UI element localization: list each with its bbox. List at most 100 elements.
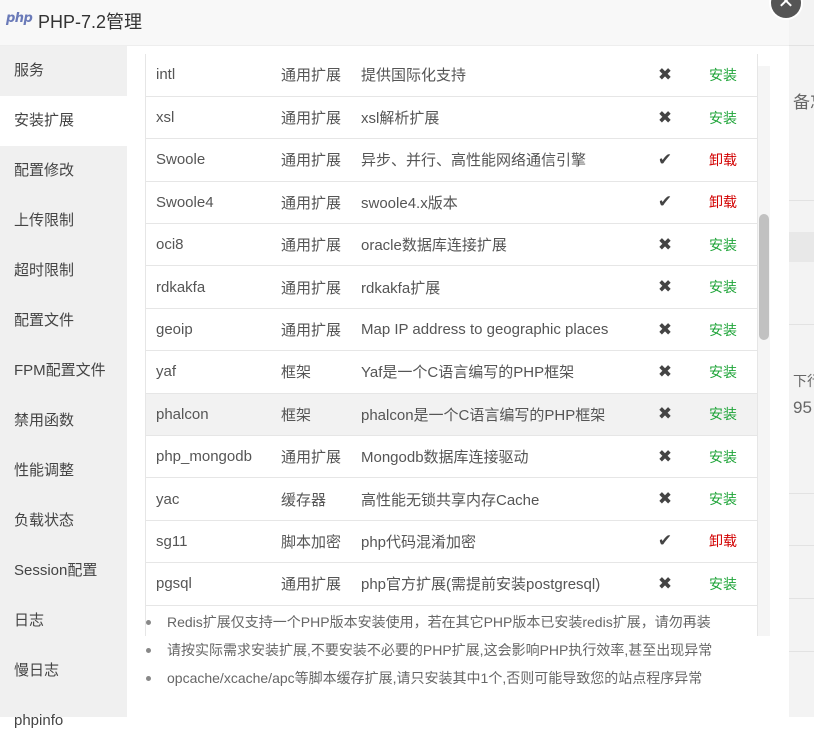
sidebar-item[interactable]: 慢日志 [0, 646, 127, 696]
install-link[interactable]: 安装 [685, 223, 757, 267]
extension-type: 通用扩展 [271, 223, 351, 267]
background-divider [789, 324, 814, 325]
sidebar-item[interactable]: FPM配置文件 [0, 346, 127, 396]
background-text: 95 [793, 398, 812, 417]
not-installed-x-icon: ✖ [645, 562, 685, 606]
background-divider [789, 493, 814, 494]
extension-description: 异步、并行、高性能网络通信引擎 [351, 138, 645, 182]
dialog-header: php PHP-7.2管理 [0, 0, 789, 46]
install-link[interactable]: 安装 [685, 265, 757, 309]
background-divider [789, 598, 814, 599]
extension-type: 通用扩展 [271, 435, 351, 479]
background-divider [789, 545, 814, 546]
extension-name: intl [146, 54, 271, 97]
tip-text: Redis扩展仅支持一个PHP版本安装使用，若在其它PHP版本已安装redis扩… [167, 614, 711, 630]
extension-row: Swoole 通用扩展 异步、并行、高性能网络通信引擎 ✔ 卸载 [146, 138, 757, 182]
sidebar-item[interactable]: 超时限制 [0, 246, 127, 296]
install-link[interactable]: 安装 [685, 54, 757, 97]
not-installed-x-icon: ✖ [645, 393, 685, 437]
extensions-table: intl 通用扩展 提供国际化支持 ✖ 安装 xsl 通用扩展 xsl解析扩展 ✖ 安装 Swool… [146, 54, 757, 606]
extension-type: 通用扩展 [271, 562, 351, 606]
background-page: 备忘 下行 95 [789, 0, 814, 717]
tip-text: opcache/xcache/apc等脚本缓存扩展,请只安装其中1个,否则可能导… [167, 670, 703, 686]
background-divider [789, 200, 814, 201]
sidebar-item[interactable]: 禁用函数 [0, 396, 127, 446]
install-link[interactable]: 安装 [685, 393, 757, 437]
bullet-icon [146, 620, 151, 625]
not-installed-x-icon: ✖ [645, 308, 685, 352]
not-installed-x-icon: ✖ [645, 477, 685, 521]
install-link[interactable]: 安装 [685, 308, 757, 352]
not-installed-x-icon: ✖ [645, 350, 685, 394]
not-installed-x-icon: ✖ [645, 223, 685, 267]
extension-description: 高性能无锁共享内存Cache [351, 477, 645, 521]
scrollbar-thumb[interactable] [759, 214, 769, 340]
extension-name: php_mongodb [146, 435, 271, 479]
sidebar-item[interactable]: phpinfo [0, 696, 127, 746]
extension-row: pgsql 通用扩展 php官方扩展(需提前安装postgresql) ✖ 安装 [146, 562, 757, 606]
installed-check-icon: ✔ [645, 181, 685, 225]
php-manager-dialog: php PHP-7.2管理 服务 安装扩展 配置修改 上传限制 超时限制 配置文件 FPM配… [0, 0, 789, 729]
extension-description: php代码混淆加密 [351, 520, 645, 564]
sidebar-item[interactable]: 日志 [0, 596, 127, 646]
install-link[interactable]: 安装 [685, 562, 757, 606]
extension-description: phalcon是一个C语言编写的PHP框架 [351, 393, 645, 437]
not-installed-x-icon: ✖ [645, 54, 685, 97]
extension-row: yaf 框架 Yaf是一个C语言编写的PHP框架 ✖ 安装 [146, 350, 757, 394]
sidebar-item[interactable]: 配置文件 [0, 296, 127, 346]
extension-name: yaf [146, 350, 271, 394]
extension-row: yac 缓存器 高性能无锁共享内存Cache ✖ 安装 [146, 477, 757, 521]
extension-name: xsl [146, 96, 271, 140]
extensions-table-container: intl 通用扩展 提供国际化支持 ✖ 安装 xsl 通用扩展 xsl解析扩展 ✖ 安装 Swool… [145, 54, 758, 636]
tip-item: 请按实际需求安装扩展,不要安装不必要的PHP扩展,这会影响PHP执行效率,甚至出… [145, 636, 775, 664]
extension-type: 通用扩展 [271, 308, 351, 352]
extension-type: 框架 [271, 350, 351, 394]
settings-sidebar: 服务 安装扩展 配置修改 上传限制 超时限制 配置文件 FPM配置文件 禁用函数 性能调整 负载状… [0, 46, 127, 729]
extension-description: oracle数据库连接扩展 [351, 223, 645, 267]
extension-description: Yaf是一个C语言编写的PHP框架 [351, 350, 645, 394]
extension-name: yac [146, 477, 271, 521]
extension-row: oci8 通用扩展 oracle数据库连接扩展 ✖ 安装 [146, 223, 757, 267]
install-link[interactable]: 安装 [685, 96, 757, 140]
sidebar-item[interactable]: Session配置 [0, 546, 127, 596]
extension-name: sg11 [146, 520, 271, 564]
extension-name: geoip [146, 308, 271, 352]
extension-name: Swoole [146, 138, 271, 182]
extension-type: 通用扩展 [271, 181, 351, 225]
background-band [789, 232, 814, 262]
sidebar-item[interactable]: 安装扩展 [0, 96, 127, 146]
extension-row: php_mongodb 通用扩展 Mongodb数据库连接驱动 ✖ 安装 [146, 435, 757, 479]
extensions-panel: intl 通用扩展 提供国际化支持 ✖ 安装 xsl 通用扩展 xsl解析扩展 ✖ 安装 Swool… [127, 46, 789, 717]
extension-row: phalcon 框架 phalcon是一个C语言编写的PHP框架 ✖ 安装 [146, 393, 757, 437]
bullet-icon [146, 676, 151, 681]
uninstall-link[interactable]: 卸载 [685, 520, 757, 564]
install-link[interactable]: 安装 [685, 435, 757, 479]
not-installed-x-icon: ✖ [645, 435, 685, 479]
installed-check-icon: ✔ [645, 138, 685, 182]
extension-row: geoip 通用扩展 Map IP address to geographic pl… [146, 308, 757, 352]
extension-row: sg11 脚本加密 php代码混淆加密 ✔ 卸载 [146, 520, 757, 564]
not-installed-x-icon: ✖ [645, 265, 685, 309]
tip-text: 请按实际需求安装扩展,不要安装不必要的PHP扩展,这会影响PHP执行效率,甚至出… [167, 642, 713, 658]
uninstall-link[interactable]: 卸载 [685, 181, 757, 225]
sidebar-item[interactable]: 服务 [0, 46, 127, 96]
extension-type: 通用扩展 [271, 138, 351, 182]
sidebar-item[interactable]: 配置修改 [0, 146, 127, 196]
extension-type: 框架 [271, 393, 351, 437]
php-logo-icon: php [6, 11, 33, 26]
install-link[interactable]: 安装 [685, 477, 757, 521]
table-scrollbar[interactable] [758, 66, 770, 636]
extension-name: oci8 [146, 223, 271, 267]
extension-type: 缓存器 [271, 477, 351, 521]
extension-description: Map IP address to geographic places [351, 308, 645, 352]
sidebar-item[interactable]: 上传限制 [0, 196, 127, 246]
sidebar-item[interactable]: 负载状态 [0, 496, 127, 546]
extension-type: 通用扩展 [271, 54, 351, 97]
sidebar-item[interactable]: 性能调整 [0, 446, 127, 496]
extension-description: 提供国际化支持 [351, 54, 645, 97]
install-link[interactable]: 安装 [685, 350, 757, 394]
uninstall-link[interactable]: 卸载 [685, 138, 757, 182]
tips-list: Redis扩展仅支持一个PHP版本安装使用，若在其它PHP版本已安装redis扩… [145, 608, 775, 692]
extension-name: rdkakfa [146, 265, 271, 309]
dialog-title: PHP-7.2管理 [38, 12, 143, 32]
